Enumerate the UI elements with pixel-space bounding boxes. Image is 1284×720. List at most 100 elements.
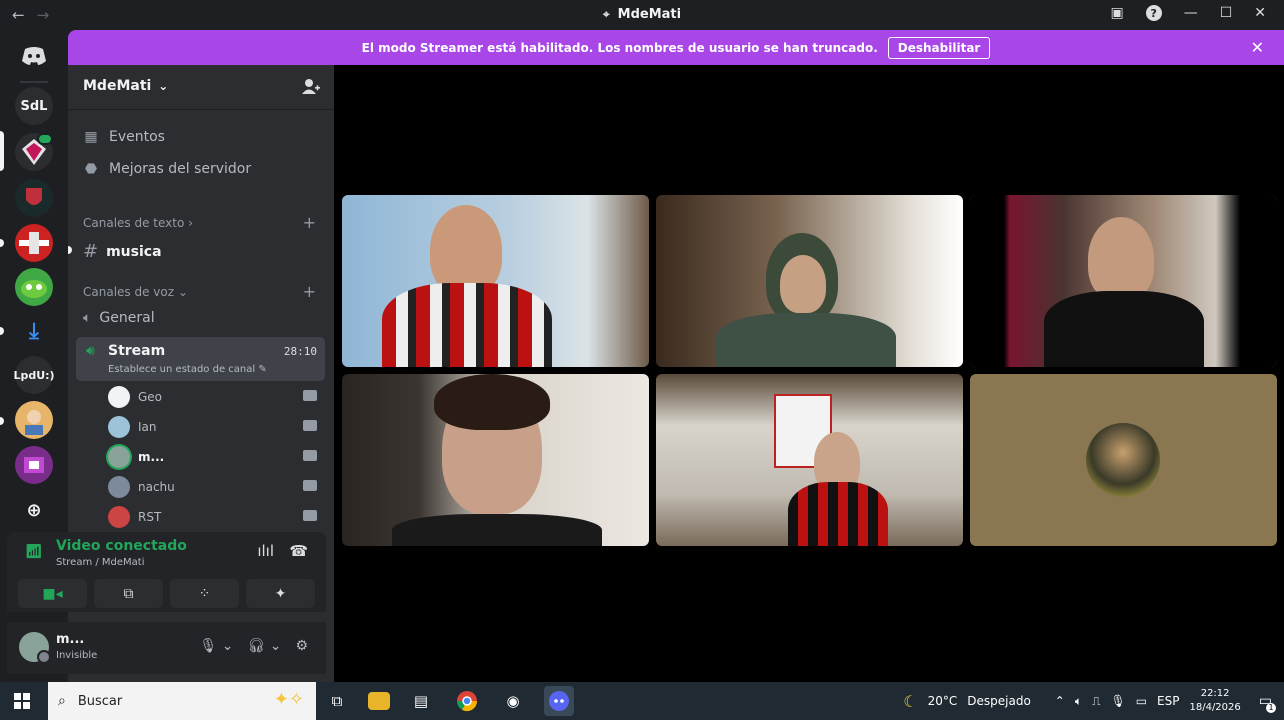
download-apps-icon[interactable]: ⤓	[15, 312, 53, 350]
voice-user-name: m...	[138, 450, 165, 464]
voice-user[interactable]: nachu	[108, 476, 323, 498]
microphone-tray-icon[interactable]: 🎙︎	[1110, 694, 1125, 708]
voice-status-title[interactable]: Video conectado	[56, 538, 187, 554]
user-avatar[interactable]	[19, 632, 51, 664]
voice-user[interactable]: m...	[108, 446, 323, 468]
file-explorer-icon[interactable]	[368, 692, 390, 710]
server-crest[interactable]	[15, 179, 53, 217]
task-view-icon[interactable]: ⧉	[322, 686, 352, 716]
video-stage	[334, 65, 1284, 682]
server-purple[interactable]	[15, 446, 53, 484]
window-title: ⌖ MdeMati	[0, 7, 1284, 22]
signal-icon[interactable]: 📶︎	[25, 544, 43, 560]
discord-home-icon[interactable]	[15, 37, 53, 75]
participant-body	[1044, 291, 1204, 367]
noise-suppression-icon[interactable]: ılıl	[257, 542, 274, 560]
camera-icon	[303, 480, 317, 491]
headphones-icon[interactable]: 🎧︎ ⌄	[247, 638, 281, 654]
selected-server-indicator	[0, 131, 4, 171]
voice-user[interactable]: Geo	[108, 386, 323, 408]
voice-user[interactable]: RST	[108, 506, 323, 528]
streamer-mode-banner: El modo Streamer está habilitado. Los no…	[68, 30, 1284, 65]
soundboard-button[interactable]: ✦	[246, 579, 315, 608]
chevron-up-icon[interactable]: ⌃	[1055, 694, 1065, 708]
unread-indicator-2	[0, 327, 4, 335]
video-speaker-icon: 🔊︎	[86, 343, 95, 359]
chevron-down-icon: ⌄	[158, 79, 169, 93]
channel-stream[interactable]: 🔊︎ Stream 28:10 Establece un estado de c…	[76, 337, 325, 381]
user-name[interactable]: m...	[56, 632, 84, 647]
clock[interactable]: 22:12 18/4/2026	[1189, 687, 1240, 715]
add-server-icon[interactable]: ⊕	[15, 491, 53, 529]
boost-icon: ⬣	[84, 161, 98, 177]
server-lpdu[interactable]: LpdU:)	[13, 356, 55, 394]
participant-avatar	[1086, 423, 1160, 497]
server-anime[interactable]	[15, 401, 53, 439]
participant-hair	[434, 374, 550, 430]
add-voice-channel-icon[interactable]: +	[303, 282, 316, 301]
invite-member-icon[interactable]	[302, 78, 320, 98]
add-text-channel-icon[interactable]: +	[303, 213, 316, 232]
channel-musica[interactable]: # musica	[83, 241, 162, 262]
windows-taskbar: ⌕ Buscar ✦✧ ⧉ ▤ ◉ ☾ 20°C Despejado ⌃ 🔈︎ …	[0, 682, 1284, 720]
user-panel: m... Invisible 🎙︎ ⌄ 🎧︎ ⌄ ⚙	[7, 622, 326, 674]
taskbar-search[interactable]: ⌕ Buscar ✦✧	[48, 682, 316, 720]
maximize-button[interactable]: ☐	[1220, 5, 1233, 21]
banner-close-icon[interactable]: ✕	[1251, 38, 1264, 57]
nav-events[interactable]: ▦ Eventos	[83, 129, 165, 145]
clock-time: 22:12	[1200, 688, 1230, 699]
server-name-header[interactable]: MdeMati ⌄	[83, 78, 168, 94]
video-tile[interactable]	[656, 374, 963, 546]
soundboard-icon: ✦	[274, 585, 287, 602]
avatar	[108, 476, 130, 498]
voice-category[interactable]: Canales de voz ⌄	[83, 285, 188, 299]
clock-date: 18/4/2026	[1189, 702, 1241, 713]
weather-description[interactable]: Despejado	[967, 694, 1031, 708]
participant-face	[430, 205, 502, 295]
video-tile-speaking[interactable]	[970, 195, 1277, 367]
voice-status-subtitle[interactable]: Stream / MdeMati	[56, 557, 145, 568]
nav-boosts[interactable]: ⬣ Mejoras del servidor	[83, 161, 251, 177]
notifications-icon[interactable]: ▭ 1	[1259, 693, 1276, 713]
settings-gear-icon[interactable]: ⚙	[295, 638, 308, 654]
discord-taskbar-icon[interactable]	[544, 686, 574, 716]
recorder-icon[interactable]: ◉	[498, 686, 528, 716]
avatar	[108, 446, 130, 468]
camera-icon	[303, 450, 317, 461]
nav-events-label: Eventos	[109, 129, 165, 145]
activities-button[interactable]: ⁘	[170, 579, 239, 608]
disable-streamer-button[interactable]: Deshabilitar	[887, 36, 991, 59]
inbox-icon[interactable]: ▣	[1110, 5, 1123, 21]
server-sdl[interactable]: SdL	[15, 87, 53, 125]
channel-musica-label: musica	[106, 243, 162, 260]
network-icon[interactable]: ▭	[1136, 694, 1147, 708]
banner-message: El modo Streamer está habilitado. Los no…	[361, 40, 878, 55]
video-tile[interactable]	[656, 195, 963, 367]
server-game[interactable]	[15, 268, 53, 306]
disconnect-icon[interactable]: ☎︎	[289, 542, 308, 560]
usb-icon[interactable]: ⎍	[1092, 694, 1100, 709]
avatar	[108, 506, 130, 528]
voice-user[interactable]: Ian	[108, 416, 323, 438]
language-indicator[interactable]: ESP	[1157, 694, 1179, 708]
app-icon[interactable]: ▤	[406, 686, 436, 716]
chrome-icon[interactable]	[452, 686, 482, 716]
windows-start-icon[interactable]	[14, 693, 30, 709]
user-controls: 🎙︎ ⌄ 🎧︎ ⌄ ⚙	[200, 638, 309, 654]
video-tile[interactable]	[342, 374, 649, 546]
video-tile[interactable]	[342, 195, 649, 367]
camera-toggle-button[interactable]: ■◂	[18, 579, 87, 608]
server-river[interactable]	[15, 224, 53, 262]
screen-share-button[interactable]: ⧉	[94, 579, 163, 608]
voice-category-label: Canales de voz	[83, 285, 175, 299]
minimize-button[interactable]: —	[1184, 5, 1198, 21]
weather-temperature[interactable]: 20°C	[928, 694, 958, 708]
close-button[interactable]: ✕	[1254, 5, 1266, 21]
channel-status-prompt[interactable]: Establece un estado de canal ✎	[108, 364, 267, 375]
volume-icon[interactable]: 🔈︎	[1075, 694, 1082, 709]
video-tile-avatar[interactable]	[970, 374, 1277, 546]
text-category[interactable]: Canales de texto ›	[83, 216, 193, 230]
channel-general[interactable]: 🔈︎ General	[83, 310, 155, 326]
help-icon[interactable]: ?	[1145, 5, 1162, 21]
microphone-icon[interactable]: 🎙︎ ⌄	[200, 638, 234, 654]
